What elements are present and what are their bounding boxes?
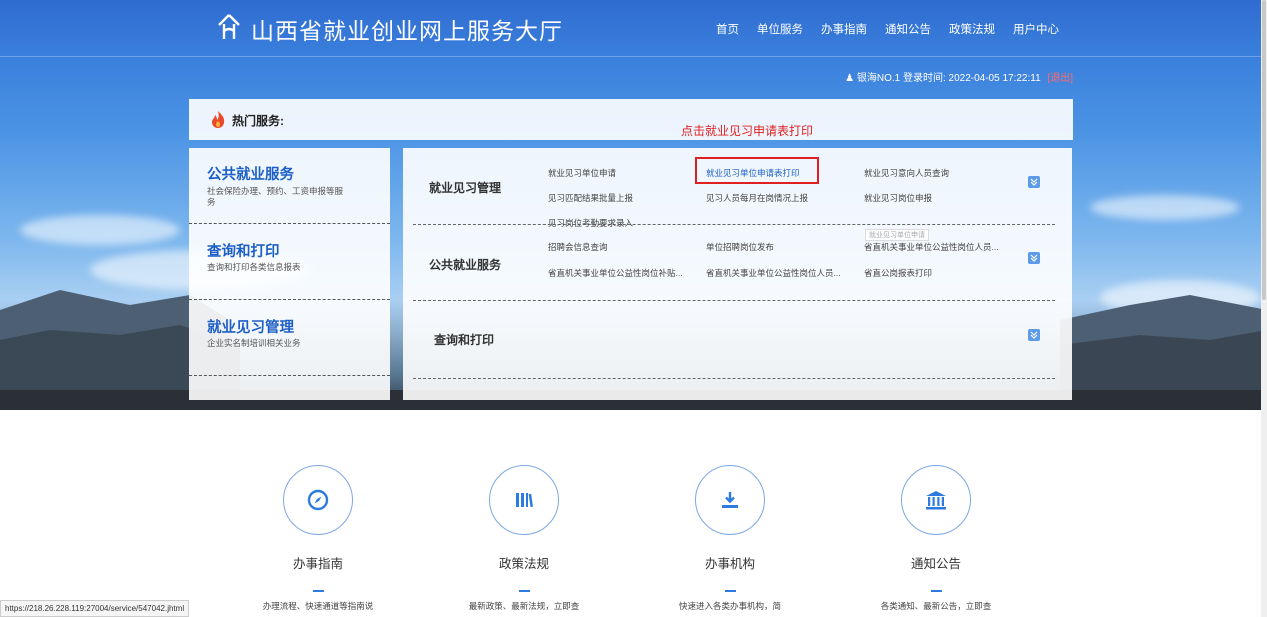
- row-query-print: 查询和打印: [413, 301, 1055, 379]
- category-title: 就业见习管理: [207, 320, 294, 336]
- feature-title: 办事指南: [292, 557, 343, 571]
- download-icon: [722, 492, 738, 508]
- nav-notice[interactable]: 通知公告: [885, 21, 931, 37]
- highlight-box: [695, 157, 819, 184]
- link-public-post-report-print[interactable]: 省直公岗报表打印: [864, 267, 932, 279]
- feature-desc: 最新政策、最新法规，立即查: [468, 601, 580, 611]
- annotation-text: 点击就业见习申请表打印: [681, 124, 814, 138]
- username: 银海NO.1: [856, 73, 901, 84]
- hot-services-bar: [189, 99, 1073, 140]
- page: 山西省就业创业网上服务大厅 首页 单位服务 办事指南 通知公告 政策法规 用户中…: [0, 0, 1267, 617]
- books-icon: [516, 493, 533, 508]
- expand-button[interactable]: [1028, 329, 1040, 341]
- category-desc: 社会保险办理、预约、工资申报等服务: [207, 186, 344, 207]
- login-info: ♟ 银海NO.1 登录时间: 2022-04-05 17:22:11 [退出]: [845, 69, 1073, 84]
- nav-user-center[interactable]: 用户中心: [1013, 21, 1059, 37]
- logo-icon: [218, 14, 240, 39]
- browser-status-url: https://218.26.228.119:27004/service/547…: [0, 600, 190, 617]
- feature-guide[interactable]: 办事指南 办理流程、快速通道等指南说: [238, 465, 398, 612]
- feature-icon-circle: [283, 465, 353, 535]
- top-bar: 山西省就业创业网上服务大厅 首页 单位服务 办事指南 通知公告 政策法规 用户中…: [0, 0, 1267, 57]
- nav-unit-service[interactable]: 单位服务: [757, 21, 803, 37]
- fire-icon: [212, 111, 225, 128]
- compass-icon: [307, 489, 329, 511]
- cloud: [1090, 195, 1240, 220]
- link-job-fair-query[interactable]: 招聘会信息查询: [548, 241, 608, 253]
- feature-title: 办事机构: [704, 557, 755, 571]
- user-icon: ♟: [845, 73, 855, 84]
- expand-button[interactable]: [1028, 176, 1040, 188]
- login-time-label: 登录时间:: [902, 73, 946, 84]
- category-public-employment[interactable]: 公共就业服务 社会保险办理、预约、工资申报等服务: [189, 148, 390, 224]
- feature-desc: 办理流程、快速通道等指南说: [262, 601, 374, 611]
- category-title: 公共就业服务: [207, 167, 294, 183]
- hot-services-title: 热门服务:: [232, 114, 284, 128]
- link-public-post-staff-2[interactable]: 省直机关事业单位公益性岗位人员...: [706, 267, 841, 279]
- nav-policy[interactable]: 政策法规: [949, 21, 995, 37]
- category-internship[interactable]: 就业见习管理 企业实名制培训相关业务: [189, 300, 390, 376]
- nav-home[interactable]: 首页: [716, 21, 739, 37]
- link-job-post[interactable]: 单位招聘岗位发布: [706, 241, 774, 253]
- link-post-declare[interactable]: 就业见习岗位申报: [864, 192, 932, 204]
- chevron-down-icon: [1030, 331, 1038, 339]
- row-title: 查询和打印: [434, 333, 495, 347]
- divider: [312, 590, 324, 592]
- link-internship-apply[interactable]: 就业见习单位申请: [548, 167, 616, 179]
- feature-title: 政策法规: [498, 557, 549, 571]
- divider: [930, 590, 942, 592]
- link-public-post-subsidy[interactable]: 省直机关事业单位公益性岗位补贴...: [548, 267, 683, 279]
- feature-icon-circle: [901, 465, 971, 535]
- services-panel: 就业见习管理 就业见习单位申请 就业见习单位申请表打印 就业见习意向人员查询 见…: [403, 148, 1072, 400]
- site-title: 山西省就业创业网上服务大厅: [251, 18, 563, 44]
- feature-desc: 快速进入各类办事机构，简: [678, 601, 781, 611]
- chevron-down-icon: [1030, 254, 1038, 262]
- scrollbar-thumb[interactable]: [1262, 0, 1266, 300]
- feature-notice[interactable]: 通知公告 各类通知、最新公告，立即查: [856, 465, 1016, 612]
- row-title: 就业见习管理: [429, 181, 502, 195]
- row-public-employment: 公共就业服务 招聘会信息查询 单位招聘岗位发布 省直机关事业单位公益性岗位人员.…: [413, 225, 1055, 301]
- feature-policy[interactable]: 政策法规 最新政策、最新法规，立即查: [444, 465, 604, 612]
- feature-desc: 各类通知、最新公告，立即查: [880, 601, 992, 611]
- feature-agency[interactable]: 办事机构 快速进入各类办事机构，简: [650, 465, 810, 612]
- category-title: 查询和打印: [207, 244, 280, 260]
- row-title: 公共就业服务: [429, 258, 502, 272]
- link-match-report[interactable]: 见习匹配结果批量上报: [548, 192, 633, 204]
- expand-button[interactable]: [1028, 252, 1040, 264]
- link-public-post-staff-1[interactable]: 省直机关事业单位公益性岗位人员...: [864, 241, 999, 253]
- main-nav: 首页 单位服务 办事指南 通知公告 政策法规 用户中心: [716, 21, 1077, 37]
- cloud: [20, 215, 180, 245]
- login-time: 2022-04-05 17:22:11: [948, 73, 1041, 84]
- category-desc: 企业实名制培训相关业务: [207, 338, 301, 348]
- link-monthly-report[interactable]: 见习人员每月在岗情况上报: [706, 192, 808, 204]
- feature-icon-circle: [489, 465, 559, 535]
- feature-icon-circle: [695, 465, 765, 535]
- divider: [518, 590, 530, 592]
- category-sidebar: 公共就业服务 社会保险办理、预约、工资申报等服务 查询和打印 查询和打印各类信息…: [189, 148, 390, 400]
- logout-link[interactable]: [退出]: [1047, 73, 1073, 84]
- bank-icon: [926, 491, 946, 510]
- scrollbar[interactable]: [1261, 0, 1267, 617]
- category-desc: 查询和打印各类信息报表: [207, 262, 301, 272]
- link-intent-query[interactable]: 就业见习意向人员查询: [864, 167, 949, 179]
- category-query-print[interactable]: 查询和打印 查询和打印各类信息报表: [189, 224, 390, 300]
- tooltip: 就业见习单位申请: [865, 229, 929, 241]
- divider: [724, 590, 736, 592]
- feature-title: 通知公告: [910, 557, 961, 571]
- chevron-down-icon: [1030, 178, 1038, 186]
- nav-guide[interactable]: 办事指南: [821, 21, 867, 37]
